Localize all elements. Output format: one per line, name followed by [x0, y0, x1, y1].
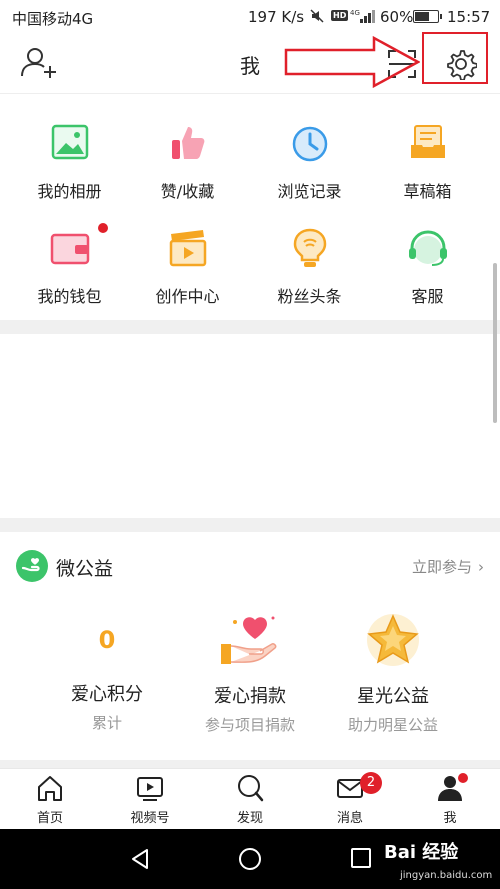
grid-label: 我的相册 [37, 182, 102, 201]
grid-label: 创作中心 [155, 287, 220, 306]
hd-badge: HD [331, 10, 349, 21]
headset-icon [408, 230, 447, 266]
bottom-nav: 首页 视频号 发现 消息 我 [0, 768, 500, 828]
grid-item-album[interactable]: 我的相册 [7, 121, 132, 202]
chevron-right-icon: › [478, 558, 484, 576]
thumbs-up-icon [171, 127, 204, 159]
charity-item-name: 星光公益 [357, 686, 429, 707]
draft-box-icon [410, 125, 445, 158]
empty-panel [0, 334, 500, 518]
annotation-highlight-box [422, 32, 488, 84]
nav-label: 我 [443, 811, 457, 826]
wallet-icon [50, 233, 89, 265]
grid-label: 客服 [411, 287, 444, 306]
grid-item-support[interactable]: 客服 [365, 226, 490, 307]
charity-item-star[interactable]: 星光公益 助力明星公益 [318, 610, 468, 735]
clock-history-icon [292, 126, 327, 162]
charity-logo-icon [16, 550, 48, 582]
nav-label: 首页 [36, 811, 63, 826]
grid-label: 草稿箱 [403, 182, 452, 201]
nav-item-home[interactable]: 首页 [0, 773, 100, 826]
nav-item-discover[interactable]: 发现 [200, 773, 300, 826]
section-divider [0, 320, 500, 334]
scrollbar[interactable] [493, 263, 497, 423]
notification-dot [98, 223, 108, 233]
grid-label: 粉丝头条 [277, 287, 342, 306]
grid-item-wallet[interactable]: 我的钱包 [7, 226, 132, 307]
charity-item-sub: 参与项目捐款 [204, 716, 295, 734]
annotation-arrow-icon [284, 36, 420, 88]
carrier-label: 中国移动4G [12, 10, 94, 28]
watermark-logo: Bai 经验 [384, 842, 459, 863]
photo-album-icon [51, 124, 88, 160]
charity-title: 微公益 [56, 558, 114, 580]
back-icon[interactable] [128, 847, 152, 871]
notification-dot [458, 773, 468, 783]
recent-apps-icon[interactable] [350, 847, 372, 869]
heart-hand-icon [221, 616, 277, 664]
network-speed: 197 K/s [248, 8, 305, 26]
nav-label: 视频号 [130, 811, 170, 826]
points-value: 0 [98, 626, 116, 654]
clapperboard-icon [169, 230, 206, 267]
charity-item-points[interactable]: 0 爱心积分 累计 [32, 610, 182, 733]
grid-item-history[interactable]: 浏览记录 [247, 121, 372, 202]
lightbulb-icon [293, 228, 326, 267]
battery-percent: 60% [380, 8, 414, 26]
section-divider [0, 518, 500, 532]
grid-label: 我的钱包 [37, 287, 102, 306]
grid-item-likes[interactable]: 赞/收藏 [125, 121, 250, 202]
charity-item-sub: 累计 [91, 714, 122, 732]
join-link[interactable]: 立即参与 › [412, 556, 484, 577]
charity-item-name: 爱心积分 [71, 684, 143, 705]
nav-item-me[interactable]: 我 [400, 773, 500, 826]
grid-item-fans[interactable]: 粉丝头条 [247, 226, 372, 307]
home-icon [38, 776, 62, 801]
feature-grid: 我的相册 赞/收藏 浏览记录 草稿箱 我的钱包 创作中心 粉丝头条 客服 [0, 95, 500, 320]
grid-item-drafts[interactable]: 草稿箱 [365, 121, 490, 202]
nav-item-messages[interactable]: 消息 [300, 773, 400, 826]
nav-item-video[interactable]: 视频号 [100, 773, 200, 826]
battery-icon [413, 10, 442, 23]
svg-text:4G: 4G [350, 9, 360, 17]
charity-item-donation[interactable]: 爱心捐款 参与项目捐款 [175, 610, 325, 735]
grid-item-creator[interactable]: 创作中心 [125, 226, 250, 307]
nav-label: 发现 [236, 811, 263, 826]
clock: 15:57 [447, 8, 491, 26]
charity-item-sub: 助力明星公益 [347, 716, 438, 734]
grid-label: 浏览记录 [277, 182, 342, 201]
signal-icon: 4G [350, 9, 375, 23]
message-badge: 2 [360, 772, 382, 794]
charity-section: 微公益 立即参与 › 0 爱心积分 累计 爱心捐款 参与项目捐款 星光公益 助力明… [0, 532, 500, 760]
video-play-icon [137, 777, 163, 801]
watermark-url: jingyan.baidu.com [400, 870, 493, 881]
charity-item-name: 爱心捐款 [214, 686, 286, 707]
home-circle-icon[interactable] [238, 847, 262, 871]
join-label: 立即参与 [411, 558, 472, 576]
star-badge-icon [367, 614, 419, 666]
mute-icon [310, 9, 324, 23]
section-divider [0, 760, 500, 768]
nav-label: 消息 [336, 811, 363, 826]
status-bar: 中国移动4G 197 K/s HD 4G 60% 15:57 [0, 0, 500, 34]
search-icon [238, 775, 264, 802]
grid-label: 赞/收藏 [160, 182, 215, 201]
